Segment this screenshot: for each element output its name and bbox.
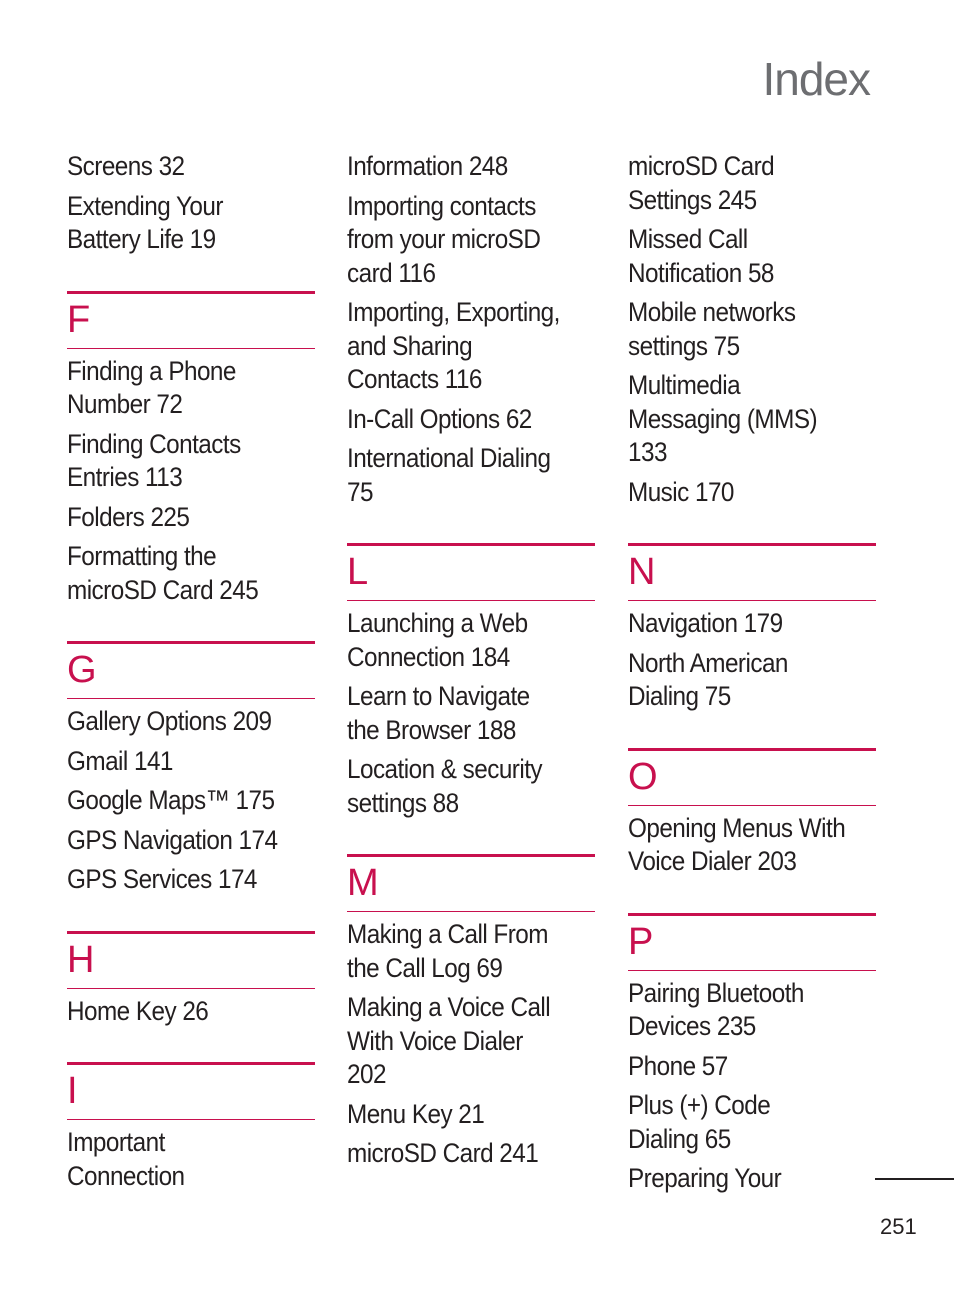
index-section: I Important Connection xyxy=(67,1062,315,1193)
section-header: M xyxy=(347,854,595,912)
index-entry: International Dialing 75 xyxy=(347,443,551,507)
index-entry: Pairing Bluetooth Devices 235 xyxy=(628,977,804,1042)
index-section: F Finding a Phone Number 72 Finding Contact… xyxy=(67,290,315,608)
section-letter: M xyxy=(347,862,379,904)
section-header: L xyxy=(347,543,595,601)
index-entry: Important Connection xyxy=(67,1127,185,1191)
index-entry: Music 170 xyxy=(628,476,734,507)
section-header: F xyxy=(67,290,315,349)
section-header: N xyxy=(628,543,876,601)
index-entry: Menu Key 21 xyxy=(347,1098,485,1129)
index-entry: Navigation 179 xyxy=(628,608,783,638)
section-header: P xyxy=(628,912,876,971)
index-entry: Preparing Your xyxy=(628,1163,782,1193)
index-entry: Screens 32 xyxy=(67,151,185,181)
index-entry: Launching a Web Connection 184 xyxy=(347,608,528,672)
page-number: 251 xyxy=(880,1214,917,1239)
index-entry: Formatting the microSD Card 245 xyxy=(67,541,259,605)
index-section: G Gallery Options 209 Gmail 141 Google Maps… xyxy=(67,641,315,897)
index-section: N Navigation 179 North American Dialing 75 xyxy=(628,543,876,714)
section-letter: N xyxy=(628,551,656,593)
index-entry: Gmail 141 xyxy=(67,745,173,776)
index-entry: Multimedia Messaging (MMS) 133 xyxy=(628,370,818,467)
index-entry: In-Call Options 62 xyxy=(347,403,532,434)
index-entry: Importing, Exporting, and Sharing Contacts… xyxy=(347,297,560,394)
index-entry: GPS Services 174 xyxy=(67,864,257,894)
index-entry: Making a Voice Call With Voice Dialer 202 xyxy=(347,992,551,1089)
index-entry: Google Maps™ 175 xyxy=(67,785,275,815)
section-header: G xyxy=(67,641,315,699)
index-entry: GPS Navigation 174 xyxy=(67,824,278,855)
section-letter: L xyxy=(347,551,369,593)
section-letter: G xyxy=(67,649,97,691)
section-header: H xyxy=(67,930,315,989)
index-entry: Importing contacts from your microSD card … xyxy=(347,190,541,288)
index-entry: Missed Call Notification 58 xyxy=(628,224,774,288)
index-entry: Opening Menus With Voice Dialer 203 xyxy=(628,812,846,877)
index-entry: Plus (+) Code Dialing 65 xyxy=(628,1090,771,1154)
section-letter: H xyxy=(67,938,95,981)
section-header: O xyxy=(628,747,876,806)
index-column-2: Information 248 Importing contacts from yo… xyxy=(347,150,595,1177)
index-entry: Finding a Phone Number 72 xyxy=(67,355,236,420)
index-section: P Pairing Bluetooth Devices 235 Phone 57 Plu… xyxy=(628,912,876,1196)
index-entry: Gallery Options 209 xyxy=(67,706,272,736)
index-entry: Learn to Navigate the Browser 188 xyxy=(347,681,530,745)
index-entry: North American Dialing 75 xyxy=(628,647,788,712)
section-header: I xyxy=(67,1062,315,1120)
footer-divider xyxy=(875,1178,954,1180)
index-entry: Making a Call From the Call Log 69 xyxy=(347,919,548,983)
index-entry: Phone 57 xyxy=(628,1050,728,1081)
index-section: M Making a Call From the Call Log 69 Making… xyxy=(347,854,595,1171)
index-section: O Opening Menus With Voice Dialer 203 xyxy=(628,747,876,879)
section-letter: O xyxy=(628,755,658,798)
index-entry: Mobile networks settings 75 xyxy=(628,297,796,361)
index-entry: Home Key 26 xyxy=(67,995,209,1026)
index-entry: Extending Your Battery Life 19 xyxy=(67,190,223,255)
page-title: Index xyxy=(762,53,871,105)
index-column-1: Screens 32 Extending Your Battery Life 19 F… xyxy=(67,150,315,1199)
index-entry: Finding Contacts Entries 113 xyxy=(67,428,241,493)
index-entry: Information 248 xyxy=(347,151,508,181)
index-section: H Home Key 26 xyxy=(67,930,315,1029)
section-letter: P xyxy=(628,920,654,963)
index-entry: microSD Card 241 xyxy=(347,1138,539,1168)
index-entry: Location & security settings 88 xyxy=(347,754,543,818)
index-entry: microSD Card Settings 245 xyxy=(628,151,775,215)
index-column-3: microSD Card Settings 245 Missed Call Notif… xyxy=(628,150,876,1202)
index-section: L Launching a Web Connection 184 Learn to N… xyxy=(347,543,595,820)
index-entry: Folders 225 xyxy=(67,501,190,532)
section-letter: F xyxy=(67,298,91,341)
section-letter: I xyxy=(67,1070,78,1112)
